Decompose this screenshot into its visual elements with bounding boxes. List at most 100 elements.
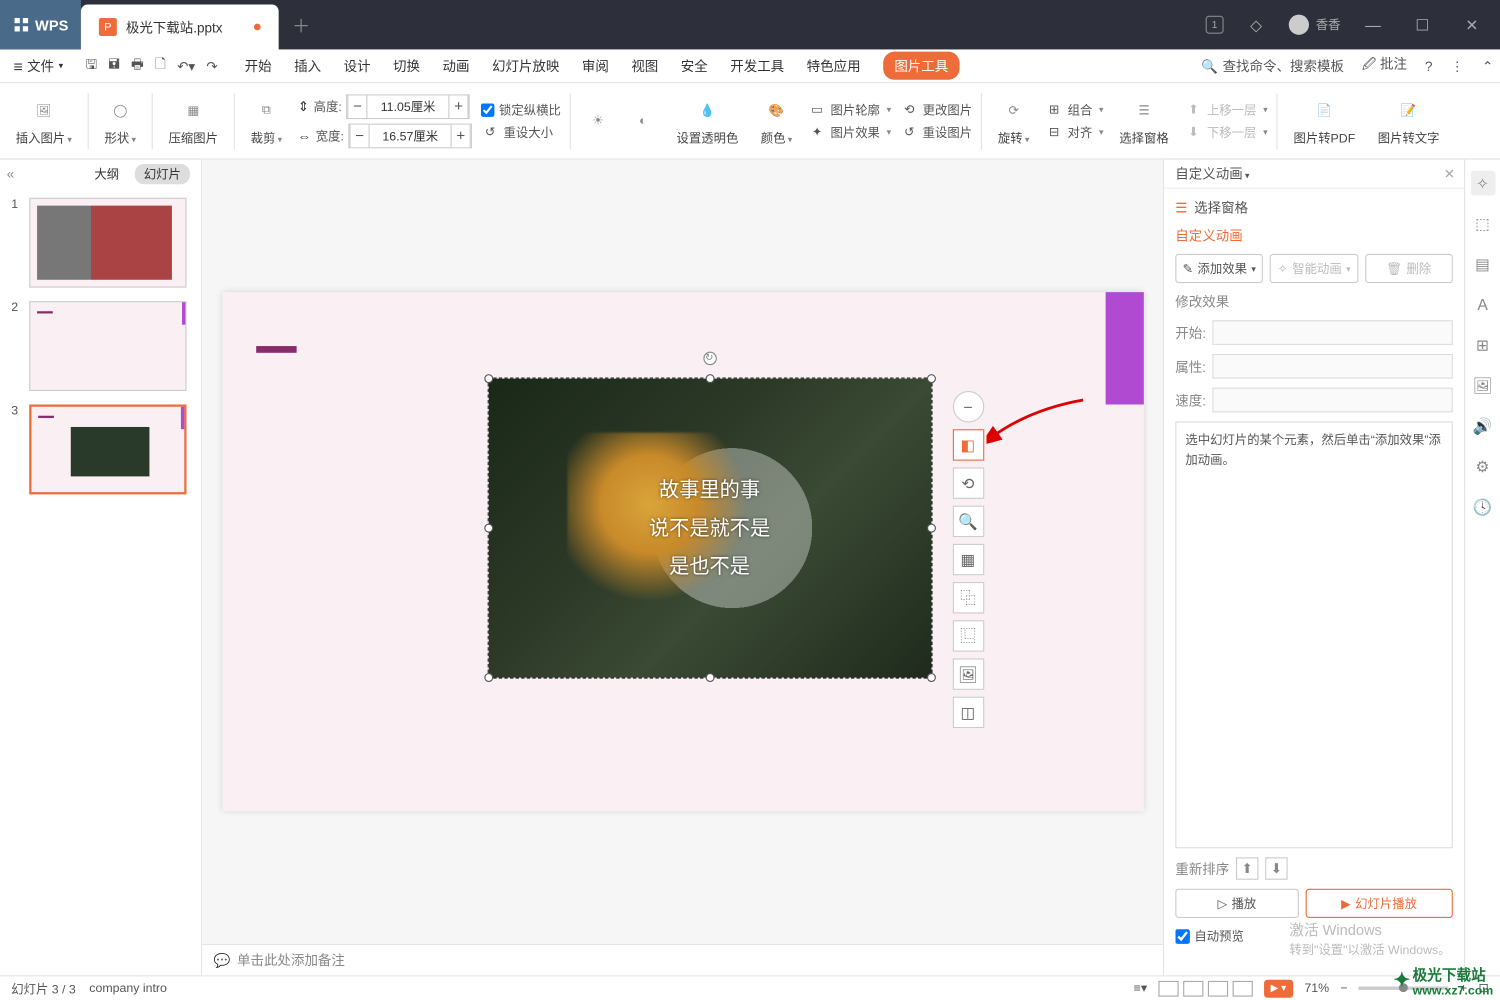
zoom-out-button[interactable]: −: [1340, 981, 1347, 994]
rail-tool-icon[interactable]: ⚙: [1470, 454, 1495, 479]
slides-tab[interactable]: 幻灯片: [135, 164, 190, 184]
notes-pane[interactable]: 💬 单击此处添加备注: [202, 944, 1163, 975]
move-down-button[interactable]: ⬇: [1265, 857, 1287, 879]
notes-toggle[interactable]: ≡▾: [1134, 981, 1147, 996]
menu-start[interactable]: 开始: [245, 52, 272, 80]
minimize-button[interactable]: —: [1356, 16, 1390, 34]
menu-review[interactable]: 审阅: [582, 52, 609, 80]
float-copy-button[interactable]: ⿻: [952, 582, 983, 613]
menu-dev[interactable]: 开发工具: [730, 52, 784, 80]
qa-print-icon[interactable]: 🖶: [131, 54, 144, 78]
change-pic-button[interactable]: ⟲更改图片: [900, 101, 972, 119]
more-button[interactable]: ⋮: [1450, 58, 1463, 74]
skin-icon[interactable]: ◇: [1239, 15, 1273, 34]
slide[interactable]: 故事里的事 说不是就不是 是也不是 − ◧: [222, 292, 1143, 811]
delete-button[interactable]: 🗑删除: [1365, 254, 1453, 283]
collapse-ribbon-button[interactable]: ⌃: [1482, 58, 1493, 74]
rail-property-icon[interactable]: ▤: [1470, 252, 1495, 277]
group-button[interactable]: ⊞组合: [1045, 101, 1103, 119]
rotate-handle[interactable]: [703, 352, 716, 365]
menu-slideshow[interactable]: 幻灯片放映: [492, 52, 559, 80]
pic-outline-button[interactable]: ▭图片轮廓: [808, 101, 891, 119]
align-button[interactable]: ⊟对齐: [1045, 123, 1103, 141]
menu-transition[interactable]: 切换: [393, 52, 420, 80]
slide-thumb-1[interactable]: [29, 198, 186, 288]
smart-anim-button[interactable]: ✧智能动画▾: [1270, 254, 1358, 283]
float-effects-button[interactable]: ◫: [952, 697, 983, 728]
rail-text-icon[interactable]: A: [1470, 292, 1495, 317]
height-spinner[interactable]: −11.05厘米+: [346, 94, 470, 119]
play-slideshow-button[interactable]: ▶ ▾: [1264, 979, 1293, 997]
menu-picture-tools[interactable]: 图片工具: [883, 52, 959, 80]
brightness-button[interactable]: ☀: [580, 110, 616, 132]
slide-thumb-3[interactable]: [29, 404, 186, 494]
shape-button[interactable]: ◯形状: [98, 95, 143, 147]
lock-ratio-checkbox[interactable]: 锁定纵横比: [481, 101, 561, 119]
height-increase[interactable]: +: [449, 95, 469, 117]
slide-picture[interactable]: 故事里的事 说不是就不是 是也不是: [488, 379, 931, 678]
rail-sound-icon[interactable]: 🔊: [1470, 413, 1495, 438]
new-tab-button[interactable]: ＋: [279, 0, 324, 49]
transparency-button[interactable]: 💧设置透明色: [670, 95, 745, 147]
add-effect-button[interactable]: ✎添加效果▾: [1175, 254, 1263, 283]
presenter-view-button[interactable]: [1232, 980, 1252, 996]
width-decrease[interactable]: −: [350, 124, 370, 146]
anim-title[interactable]: 自定义动画: [1175, 164, 1249, 183]
resize-handle[interactable]: [926, 524, 935, 533]
close-button[interactable]: ✕: [1455, 15, 1489, 34]
user-chip[interactable]: 香香: [1289, 15, 1341, 35]
qa-undo-icon[interactable]: ↶▾: [177, 58, 195, 74]
help-button[interactable]: ?: [1425, 58, 1433, 74]
sorter-view-button[interactable]: [1183, 980, 1203, 996]
document-tab[interactable]: P 极光下载站.pptx: [81, 4, 279, 49]
rail-style-icon[interactable]: ⬚: [1470, 211, 1495, 236]
reset-pic-button[interactable]: ↺重设图片: [900, 123, 972, 141]
menu-special[interactable]: 特色应用: [807, 52, 861, 80]
move-up-button[interactable]: ⬆: [1236, 857, 1258, 879]
close-panel-button[interactable]: ✕: [1444, 166, 1455, 182]
slideshow-button[interactable]: ▶幻灯片播放: [1305, 889, 1452, 918]
insert-picture-button[interactable]: 🖼插入图片: [9, 95, 79, 147]
selection-pane-link[interactable]: ☰选择窗格: [1175, 198, 1453, 217]
resize-handle[interactable]: [705, 673, 714, 682]
rail-template-icon[interactable]: ⊞: [1470, 333, 1495, 358]
crop-button[interactable]: ⧉裁剪: [244, 95, 289, 147]
to-text-button[interactable]: 📝图片转文字: [1371, 95, 1446, 147]
color-button[interactable]: 🎨颜色: [754, 95, 799, 147]
float-replace-button[interactable]: ⟲: [952, 467, 983, 498]
send-backward-button[interactable]: ⬇下移一层: [1184, 123, 1267, 141]
resize-handle[interactable]: [926, 374, 935, 383]
bring-forward-button[interactable]: ⬆上移一层: [1184, 101, 1267, 119]
prop-select[interactable]: [1213, 354, 1453, 379]
canvas-scroll[interactable]: 故事里的事 说不是就不是 是也不是 − ◧: [202, 160, 1163, 944]
play-button[interactable]: ▷播放: [1175, 889, 1298, 918]
height-decrease[interactable]: −: [347, 95, 367, 117]
reset-size-button[interactable]: ↺重设大小: [481, 123, 561, 141]
pic-effect-button[interactable]: ✦图片效果: [808, 123, 891, 141]
float-save-button[interactable]: 🖼: [952, 658, 983, 689]
qa-save-icon[interactable]: 🖫: [86, 54, 97, 78]
resize-handle[interactable]: [484, 524, 493, 533]
rotate-button[interactable]: ⟳旋转: [991, 95, 1036, 147]
width-increase[interactable]: +: [451, 124, 471, 146]
compress-button[interactable]: ▦压缩图片: [162, 95, 225, 147]
annotate-button[interactable]: 🖉 批注: [1362, 54, 1407, 78]
rail-animation-icon[interactable]: ✧: [1470, 171, 1495, 196]
resize-handle[interactable]: [484, 374, 493, 383]
wps-home-button[interactable]: WPS: [0, 0, 81, 49]
normal-view-button[interactable]: [1158, 980, 1178, 996]
outline-tab[interactable]: 大纲: [85, 164, 128, 184]
float-fit-button[interactable]: ▦: [952, 544, 983, 575]
menu-animation[interactable]: 动画: [443, 52, 470, 80]
search-command[interactable]: 🔍 查找命令、搜索模板: [1201, 56, 1344, 75]
selection-pane-button[interactable]: ☰选择窗格: [1113, 95, 1176, 147]
rail-material-icon[interactable]: 🖼: [1470, 373, 1495, 398]
resize-handle[interactable]: [484, 673, 493, 682]
width-spinner[interactable]: −16.57厘米+: [348, 123, 472, 148]
reading-view-button[interactable]: [1208, 980, 1228, 996]
collapse-panel-button[interactable]: «: [7, 166, 15, 182]
to-pdf-button[interactable]: 📄图片转PDF: [1287, 95, 1362, 147]
menu-view[interactable]: 视图: [631, 52, 658, 80]
float-paste-button[interactable]: ⿺: [952, 620, 983, 651]
picture-selection[interactable]: 故事里的事 说不是就不是 是也不是: [487, 378, 932, 679]
